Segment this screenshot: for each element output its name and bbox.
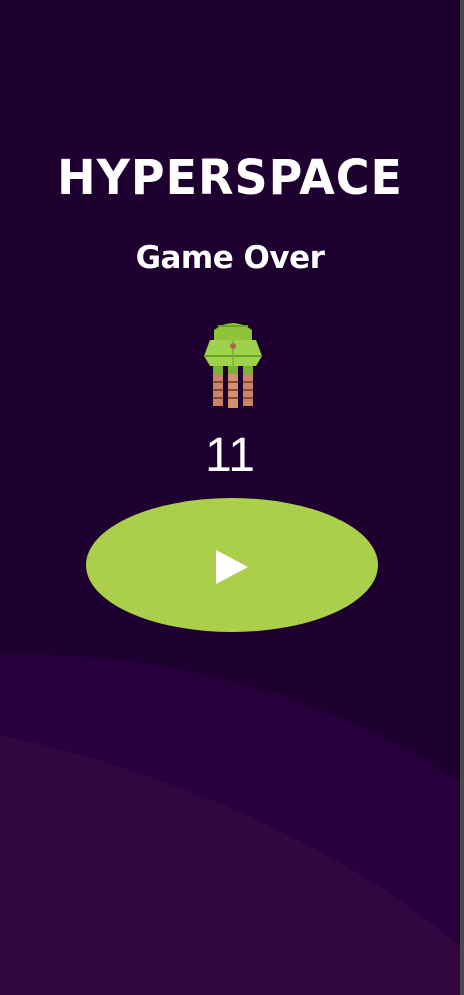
game-over-label: Game Over xyxy=(135,240,325,276)
game-over-screen: HYPERSPACE Game Over 11 xyxy=(0,0,464,995)
rocket-ship-icon xyxy=(204,323,262,408)
game-title: HYPERSPACE xyxy=(57,148,403,206)
play-button[interactable] xyxy=(84,494,380,634)
window-edge xyxy=(460,0,464,995)
score-value: 11 xyxy=(205,429,255,482)
